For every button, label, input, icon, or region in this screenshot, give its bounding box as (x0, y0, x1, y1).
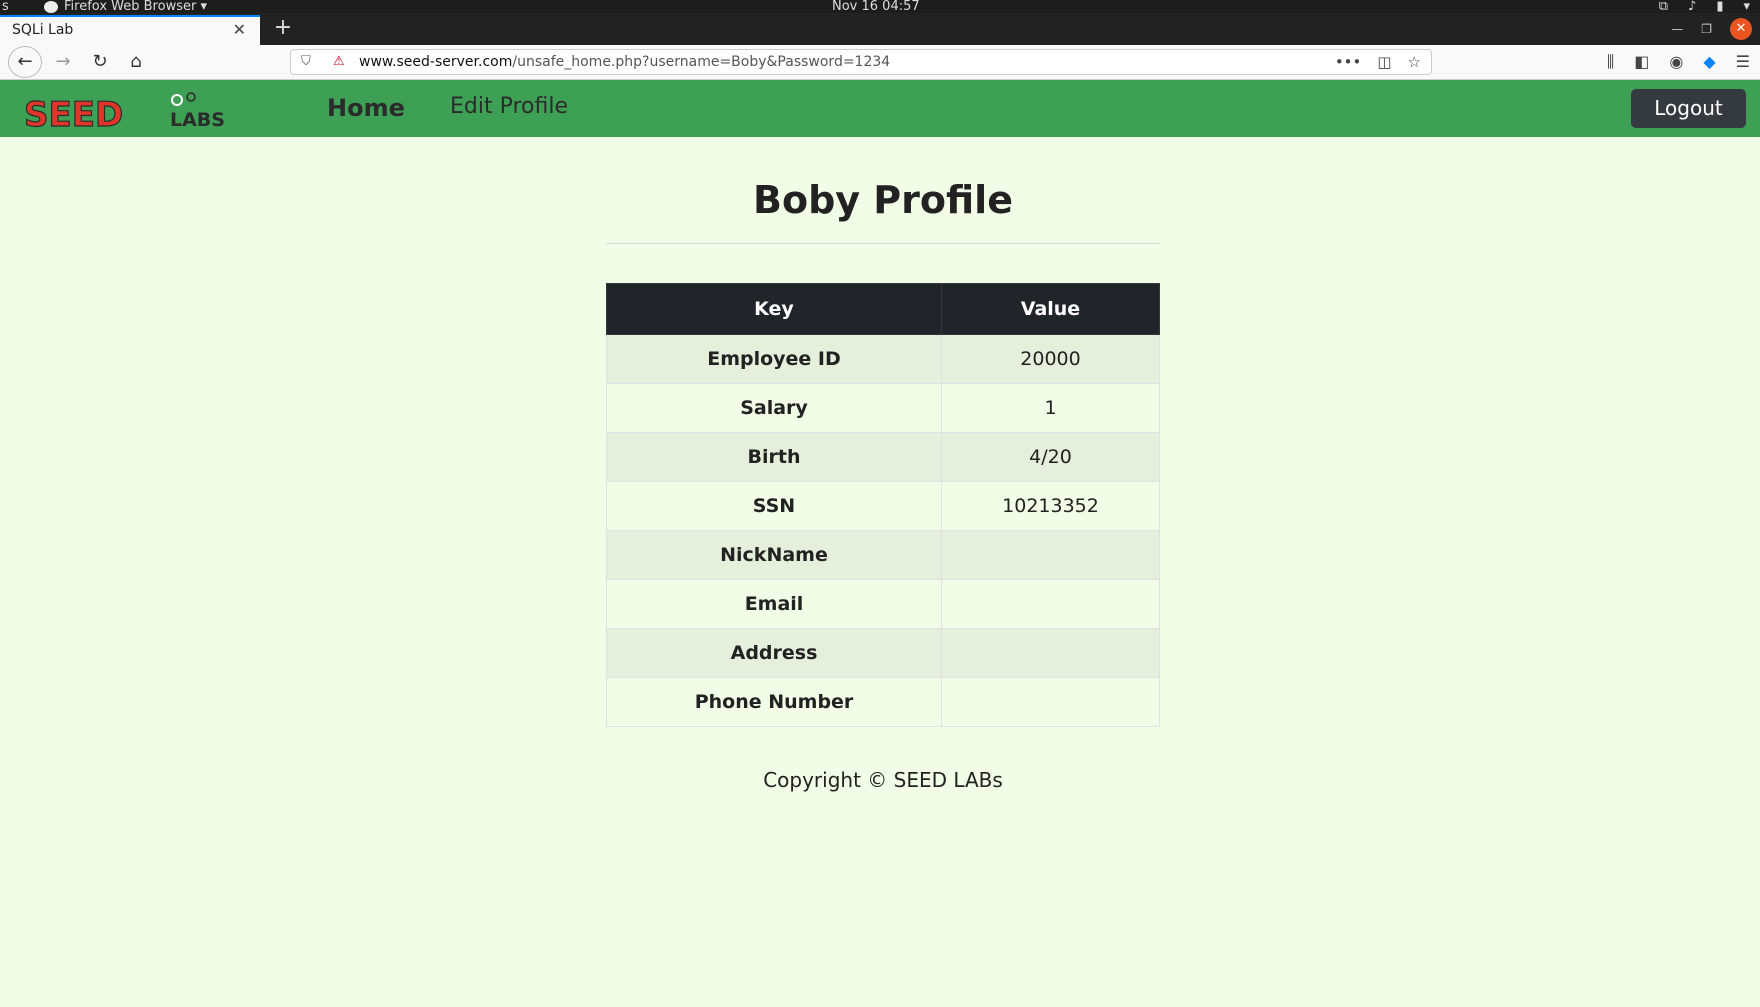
table-row: NickName (606, 530, 1160, 580)
row-key: NickName (606, 530, 942, 580)
network-icon[interactable]: ⧉ (1659, 0, 1668, 13)
system-tray[interactable]: ⧉ ♪ ▮ ▾ (1659, 0, 1750, 13)
url-bar[interactable]: ⛉ ⚠ www.seed-server.com/unsafe_home.php?… (290, 49, 1432, 75)
table-row: Email (606, 579, 1160, 629)
tab-strip: SQLi Lab ✕ + — ❐ ✕ (0, 13, 1760, 45)
shield-icon[interactable]: ⛉ (301, 50, 311, 74)
seed-labs-logo[interactable]: SEED LABS (24, 88, 254, 132)
app-menu-label: Firefox Web Browser ▾ (64, 0, 207, 14)
tab-title: SQLi Lab (12, 22, 74, 38)
footer-copyright: Copyright © SEED LABs (763, 768, 1003, 792)
url-domain: www.seed-server.com (359, 54, 513, 70)
page-actions-icon[interactable]: ••• (1335, 50, 1362, 74)
table-row: Address (606, 628, 1160, 678)
close-icon[interactable]: ✕ (233, 17, 246, 43)
volume-icon[interactable]: ♪ (1688, 0, 1696, 13)
row-key: Birth (606, 432, 942, 482)
chevron-down-icon[interactable]: ▾ (1743, 0, 1750, 13)
account-icon[interactable]: ◉ (1669, 49, 1683, 75)
page-title: Boby Profile (753, 178, 1013, 222)
menu-icon[interactable]: ☰ (1736, 49, 1750, 75)
nav-home-link[interactable]: Home (327, 94, 405, 122)
table-row: Birth 4/20 (606, 432, 1160, 482)
sidebar-icon[interactable]: ◧ (1634, 49, 1649, 75)
insecure-lock-icon[interactable]: ⚠ (333, 50, 345, 74)
gear-icon (171, 94, 183, 106)
table-row: Phone Number (606, 677, 1160, 727)
extension-icon[interactable]: ◆ (1703, 49, 1715, 75)
row-value (941, 628, 1160, 678)
header-key: Key (606, 283, 942, 335)
table-row: SSN 10213352 (606, 481, 1160, 531)
row-value: 4/20 (941, 432, 1160, 482)
row-key: Employee ID (606, 334, 942, 384)
title-divider (606, 243, 1160, 244)
reload-button[interactable]: ↻ (86, 49, 114, 75)
toolbar-right: ⫼ ◧ ◉ ◆ ☰ (1607, 49, 1750, 75)
row-value (941, 530, 1160, 580)
pocket-icon[interactable]: ◫ (1377, 50, 1391, 74)
url-text[interactable]: www.seed-server.com/unsafe_home.php?user… (359, 50, 890, 74)
logo-sub-text: LABS (170, 109, 225, 131)
table-header-row: Key Value (606, 283, 1160, 335)
logout-button[interactable]: Logout (1631, 89, 1746, 128)
row-key: Email (606, 579, 942, 629)
home-button[interactable]: ⌂ (122, 49, 150, 75)
os-top-bar: s Firefox Web Browser ▾ Nov 16 04:57 ⧉ ♪… (0, 0, 1760, 13)
restore-icon[interactable]: ❐ (1701, 22, 1712, 36)
forward-button[interactable]: → (49, 49, 77, 75)
library-icon[interactable]: ⫼ (1607, 49, 1614, 75)
site-navbar: SEED LABS Home Edit Profile Logout (0, 80, 1760, 137)
logo-main-text: SEED (24, 95, 123, 132)
row-value (941, 579, 1160, 629)
window-close-icon[interactable]: ✕ (1730, 18, 1752, 40)
battery-icon[interactable]: ▮ (1716, 0, 1723, 13)
nav-edit-profile-link[interactable]: Edit Profile (450, 94, 568, 119)
new-tab-button[interactable]: + (270, 13, 296, 45)
row-value: 1 (941, 383, 1160, 433)
nav-toolbar: ← → ↻ ⌂ ⛉ ⚠ www.seed-server.com/unsafe_h… (0, 45, 1760, 80)
app-menu[interactable]: Firefox Web Browser ▾ (44, 0, 207, 13)
row-key: Address (606, 628, 942, 678)
url-path: /unsafe_home.php?username=Boby&Password=… (512, 54, 891, 70)
window-controls: — ❐ ✕ (1671, 18, 1752, 40)
row-value: 10213352 (941, 481, 1160, 531)
row-key: SSN (606, 481, 942, 531)
row-value (941, 677, 1160, 727)
bookmark-star-icon[interactable]: ☆ (1408, 50, 1421, 74)
back-button[interactable]: ← (8, 46, 42, 78)
table-row: Salary 1 (606, 383, 1160, 433)
row-value: 20000 (941, 334, 1160, 384)
activities-button[interactable]: s (2, 0, 9, 13)
firefox-icon (44, 0, 58, 13)
profile-table: Key Value Employee ID 20000 Salary 1 Bir… (606, 283, 1160, 727)
url-actions: ••• ◫ ☆ (1335, 50, 1421, 74)
system-clock[interactable]: Nov 16 04:57 (832, 0, 920, 13)
table-row: Employee ID 20000 (606, 334, 1160, 384)
row-key: Salary (606, 383, 942, 433)
gear-small-icon (186, 92, 196, 102)
header-value: Value (941, 283, 1160, 335)
minimize-icon[interactable]: — (1671, 22, 1683, 36)
tab-sqli-lab[interactable]: SQLi Lab ✕ (0, 15, 260, 45)
row-key: Phone Number (606, 677, 942, 727)
